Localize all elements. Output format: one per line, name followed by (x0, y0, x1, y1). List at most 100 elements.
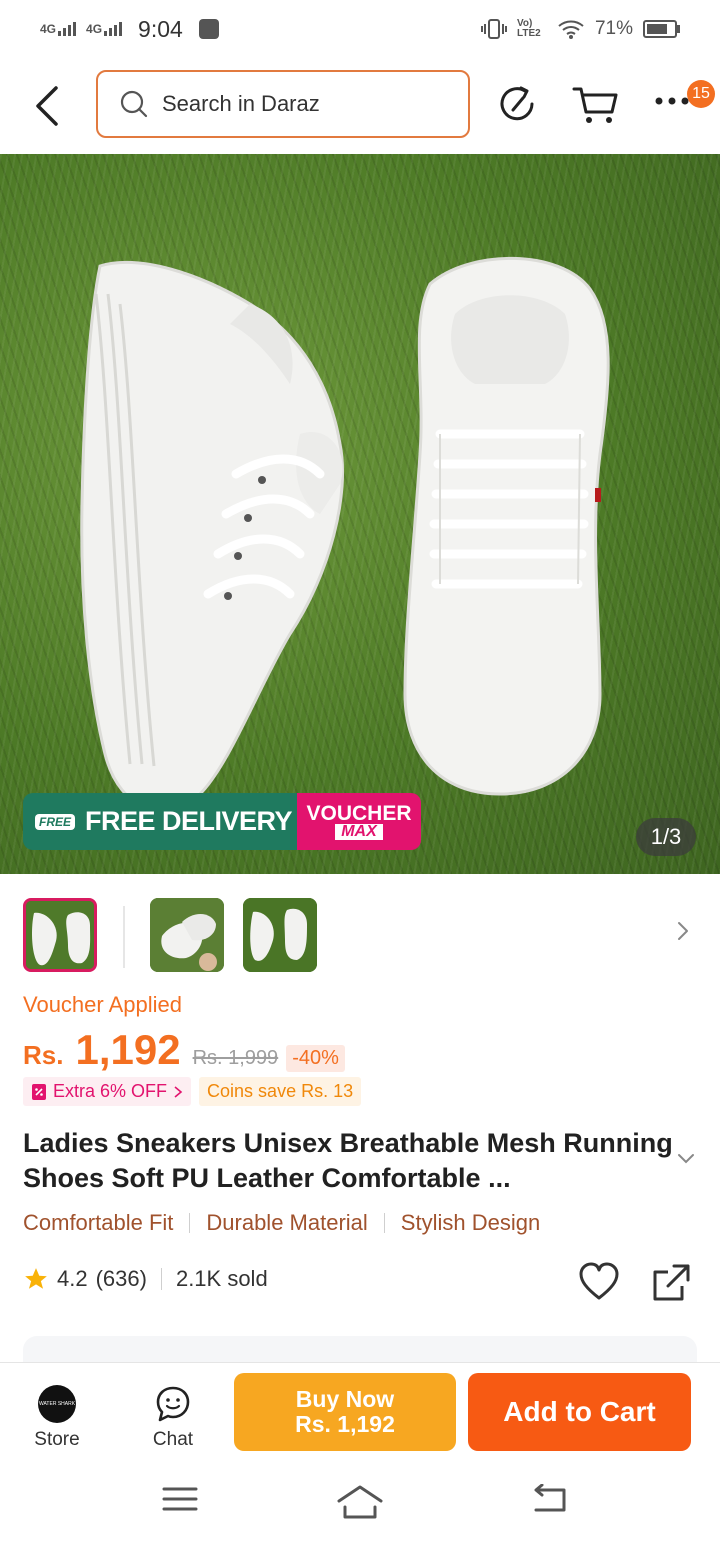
search-placeholder: Search in Daraz (162, 91, 320, 116)
voucher-applied-label: Voucher Applied (23, 992, 183, 1017)
buy-now-price: Rs. 1,192 (295, 1411, 395, 1437)
search-icon (120, 90, 148, 118)
thumbnail-2[interactable] (150, 898, 224, 972)
cart-icon (572, 87, 618, 123)
price-row: Rs. 1,192 Rs. 1,999 -40% (23, 1026, 345, 1076)
feature-item: Comfortable Fit (23, 1210, 174, 1235)
menu-icon (162, 1487, 198, 1511)
back-button[interactable] (28, 84, 68, 128)
network-type-2: 4G (86, 22, 103, 36)
price-currency: Rs. (23, 1040, 64, 1070)
heart-icon (579, 1262, 619, 1300)
signal-2: 4G (86, 22, 123, 36)
extra-off-text: Extra 6% OFF (53, 1081, 168, 1101)
free-delivery-text: FREE DELIVERY (85, 806, 293, 836)
signal-bars-icon (104, 22, 123, 36)
title-expand-button[interactable] (677, 1152, 695, 1170)
product-image-gallery[interactable]: FREE FREE DELIVERY VOUCHER MAX 1/3 (0, 154, 720, 874)
store-button[interactable]: WATER SHARK Store (12, 1385, 102, 1451)
product-image (80, 256, 610, 812)
thumbnail-image (26, 901, 94, 969)
product-page: 4G 4G 9:04 Vo) LTE2 71% Search in Daraz (0, 0, 720, 1544)
chat-label: Chat (152, 1429, 194, 1450)
chevron-right-icon (174, 1085, 183, 1098)
search-input[interactable]: Search in Daraz (96, 70, 470, 138)
back-icon (36, 86, 58, 126)
status-left: 4G 4G 9:04 (40, 16, 219, 43)
status-bar: 4G 4G 9:04 Vo) LTE2 71% (0, 0, 720, 58)
clock: 9:04 (138, 15, 183, 42)
battery-percent: 71% (594, 18, 633, 39)
share-icon (653, 1264, 690, 1301)
signal-1: 4G (40, 22, 77, 36)
system-navigation-bar (0, 1462, 720, 1544)
feature-divider (189, 1213, 191, 1233)
battery-tip (677, 25, 680, 33)
coupon-icon (32, 1083, 46, 1100)
thumbnail-1[interactable] (23, 898, 97, 972)
free-delivery-banner: FREE FREE DELIVERY VOUCHER MAX (23, 793, 421, 850)
thumbnail-row (0, 896, 720, 976)
volte-label: Vo) LTE2 (516, 18, 541, 39)
current-price: 1,192 (75, 1026, 181, 1073)
home-icon (337, 1485, 383, 1519)
thumbnail-image (243, 898, 317, 972)
discount-badge: -40% (286, 1045, 345, 1072)
add-to-cart-label: Add to Cart (503, 1396, 656, 1427)
original-price: Rs. 1,999 (192, 1047, 279, 1069)
share-button[interactable] (652, 1262, 692, 1307)
system-back-button[interactable] (530, 1483, 568, 1519)
cart-count-badge: 15 (687, 80, 715, 108)
feature-divider (383, 1213, 385, 1233)
extra-off-tag[interactable]: Extra 6% OFF (23, 1077, 192, 1106)
promo-tags: Extra 6% OFF Coins save Rs. 13 (23, 1077, 362, 1106)
network-type-1: 4G (40, 22, 57, 36)
rating-divider (160, 1268, 162, 1290)
store-logo: WATER SHARK (38, 1385, 76, 1423)
rating-row[interactable]: 4.2 (636) 2.1K sold (23, 1266, 268, 1292)
free-delivery-tag: FREE FREE DELIVERY (23, 793, 297, 850)
product-title: Ladies Sneakers Unisex Breathable Mesh R… (23, 1128, 673, 1193)
chevron-down-icon (678, 1154, 694, 1164)
sold-count: 2.1K sold (175, 1266, 268, 1291)
chevron-right-icon (678, 922, 688, 940)
add-to-cart-button[interactable]: Add to Cart (468, 1373, 691, 1451)
more-icon (655, 97, 689, 105)
chat-button[interactable]: Chat (128, 1385, 218, 1451)
rating-count: (636) (95, 1266, 147, 1291)
coins-save-text: Coins save Rs. 13 (207, 1081, 354, 1101)
feature-highlights: Comfortable Fit Durable Material Stylish… (23, 1210, 540, 1236)
thumbnail-next-button[interactable] (676, 920, 690, 947)
feature-item: Durable Material (206, 1210, 368, 1235)
battery-icon (643, 20, 677, 38)
rating-value: 4.2 (57, 1266, 88, 1291)
bottom-action-bar: WATER SHARK Store Chat Buy Now Rs. 1,192… (0, 1362, 720, 1462)
buy-now-button[interactable]: Buy Now Rs. 1,192 (234, 1373, 456, 1451)
free-tag: FREE (35, 813, 76, 830)
cart-button[interactable] (572, 86, 620, 131)
return-icon (534, 1483, 566, 1512)
top-nav: Search in Daraz 15 (0, 58, 720, 154)
voucher-text: VOUCHER (306, 802, 412, 825)
notification-icon (198, 19, 219, 39)
more-button[interactable] (654, 94, 690, 112)
menu-button[interactable] (162, 1484, 198, 1519)
coins-save-tag: Coins save Rs. 13 (199, 1077, 362, 1106)
vibrate-icon (480, 19, 507, 39)
voucher-max-tag: VOUCHER MAX (297, 793, 421, 850)
thumbnail-image (150, 898, 224, 972)
history-icon (500, 86, 534, 121)
wifi-icon (558, 20, 584, 39)
chat-icon (156, 1386, 190, 1422)
star-icon (25, 1268, 47, 1289)
signal-bars-icon (58, 22, 77, 36)
thumbnail-divider (123, 906, 125, 968)
buy-now-label: Buy Now (295, 1386, 395, 1412)
feature-item: Stylish Design (400, 1210, 541, 1235)
history-button[interactable] (499, 84, 537, 129)
thumbnail-3[interactable] (243, 898, 317, 972)
status-right: Vo) LTE2 71% (480, 18, 680, 40)
store-label: Store (34, 1429, 80, 1450)
wishlist-button[interactable] (578, 1262, 620, 1307)
home-button[interactable] (336, 1484, 384, 1525)
